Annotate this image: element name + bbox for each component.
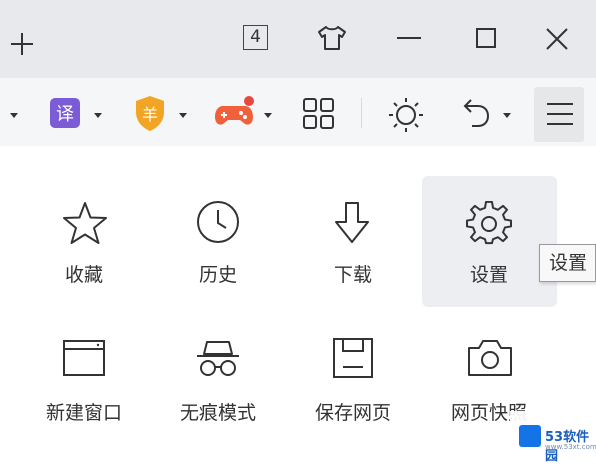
menu-item-new-window[interactable]: 新建窗口: [24, 332, 144, 452]
menu-item-label: 无痕模式: [179, 402, 256, 424]
menu-item-label: 历史: [198, 264, 237, 286]
tab-count-icon[interactable]: 4: [243, 25, 268, 50]
brightness-icon[interactable]: [388, 97, 424, 133]
plus-icon[interactable]: [8, 30, 36, 58]
coupon-shield-icon[interactable]: 羊: [133, 94, 167, 132]
menu-item-favorites[interactable]: 收藏: [24, 196, 144, 316]
menu-item-label: 设置: [469, 264, 508, 286]
menu-item-settings[interactable]: 设置: [429, 196, 549, 316]
camera-icon: [467, 338, 513, 378]
coupon-glyph: 羊: [142, 105, 158, 124]
menu-item-incognito[interactable]: 无痕模式: [158, 332, 278, 452]
download-arrow-icon: [331, 200, 373, 246]
dropdown-arrow-icon[interactable]: [503, 113, 511, 118]
dropdown-arrow-icon[interactable]: [94, 113, 102, 118]
game-controller-icon[interactable]: [214, 94, 256, 130]
new-window-icon: [62, 338, 106, 378]
menu-item-history[interactable]: 历史: [158, 196, 278, 316]
skin-shirt-icon[interactable]: [316, 24, 348, 52]
translate-icon[interactable]: 译: [49, 97, 81, 129]
translate-glyph: 译: [56, 104, 74, 125]
toolbar-separator: [361, 98, 362, 128]
dropdown-arrow-icon[interactable]: [10, 113, 18, 118]
incognito-icon: [195, 338, 241, 380]
close-icon[interactable]: [545, 27, 569, 51]
title-bar: [0, 0, 596, 78]
menu-icon[interactable]: [546, 102, 574, 126]
menu-item-label: 保存网页: [314, 402, 391, 424]
menu-item-label: 新建窗口: [45, 402, 122, 424]
menu-item-label: 下载: [333, 264, 372, 286]
watermark-subtext: www.53xt.com: [545, 443, 596, 451]
dropdown-arrow-icon[interactable]: [179, 113, 187, 118]
menu-item-downloads[interactable]: 下载: [293, 196, 413, 316]
undo-icon[interactable]: [458, 98, 492, 130]
minimize-icon[interactable]: [396, 36, 422, 40]
menu-item-save-page[interactable]: 保存网页: [293, 332, 413, 452]
apps-grid-icon[interactable]: [303, 98, 335, 130]
dropdown-arrow-icon[interactable]: [264, 113, 272, 118]
tooltip: 设置: [539, 244, 596, 282]
maximize-icon[interactable]: [475, 27, 497, 49]
clock-icon: [195, 199, 241, 245]
menu-item-label: 收藏: [64, 264, 103, 286]
star-icon: [61, 200, 109, 246]
gear-icon: [466, 200, 512, 246]
save-page-icon: [332, 337, 374, 379]
watermark-logo-icon: [519, 425, 541, 447]
